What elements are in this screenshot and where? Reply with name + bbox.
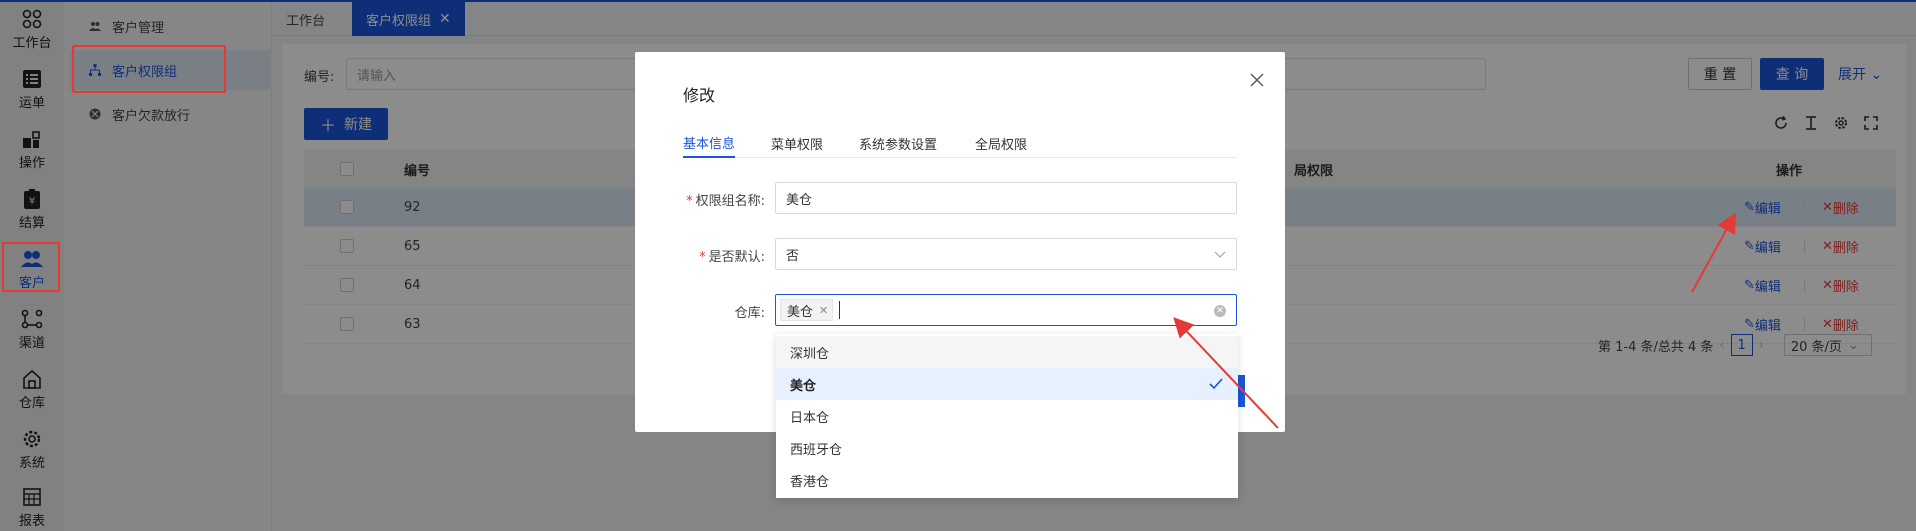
warehouse-option[interactable]: 日本仓 <box>776 400 1238 432</box>
warehouse-tag: 美仓 ✕ <box>780 299 834 321</box>
modal-title: 修改 <box>683 86 716 105</box>
default-select-value: 否 <box>786 248 800 264</box>
warehouse-field-label: 仓库: <box>734 306 765 321</box>
chevron-down-icon <box>1214 248 1226 260</box>
text-caret <box>839 301 841 319</box>
warehouse-option[interactable]: 西班牙仓 <box>776 432 1238 464</box>
name-field[interactable]: 美仓 <box>775 182 1237 214</box>
tab-basic-info[interactable]: 基本信息 <box>683 128 736 158</box>
name-field-value: 美仓 <box>786 192 813 208</box>
warehouse-multiselect[interactable]: 美仓 ✕ ✕ <box>775 294 1237 326</box>
tab-menu-permission[interactable]: 菜单权限 <box>771 128 823 158</box>
name-field-label: * 权限组名称: <box>686 194 765 209</box>
warehouse-option-selected[interactable]: 美仓 <box>776 368 1238 400</box>
close-icon[interactable] <box>1247 70 1267 90</box>
default-select[interactable]: 否 <box>775 238 1237 270</box>
warehouse-tag-label: 美仓 <box>787 304 814 320</box>
tag-remove-icon[interactable]: ✕ <box>819 304 828 317</box>
option-label: 美仓 <box>790 378 817 394</box>
name-label-text: 权限组名称: <box>695 194 765 209</box>
tab-system-params[interactable]: 系统参数设置 <box>859 128 937 158</box>
tab-global-permission[interactable]: 全局权限 <box>975 128 1027 158</box>
modal-tabs: 基本信息 菜单权限 系统参数设置 全局权限 <box>683 128 1237 158</box>
default-field-label: * 是否默认: <box>699 250 765 265</box>
warehouse-option[interactable]: 深圳仓 <box>776 336 1238 368</box>
check-icon <box>1208 376 1224 392</box>
default-label-text: 是否默认: <box>708 250 765 265</box>
modal-confirm-button-edge[interactable] <box>1237 375 1245 407</box>
warehouse-dropdown: 深圳仓 美仓 日本仓 西班牙仓 香港仓 <box>776 334 1238 498</box>
clear-icon[interactable]: ✕ <box>1214 305 1226 317</box>
warehouse-option[interactable]: 香港仓 <box>776 464 1238 496</box>
